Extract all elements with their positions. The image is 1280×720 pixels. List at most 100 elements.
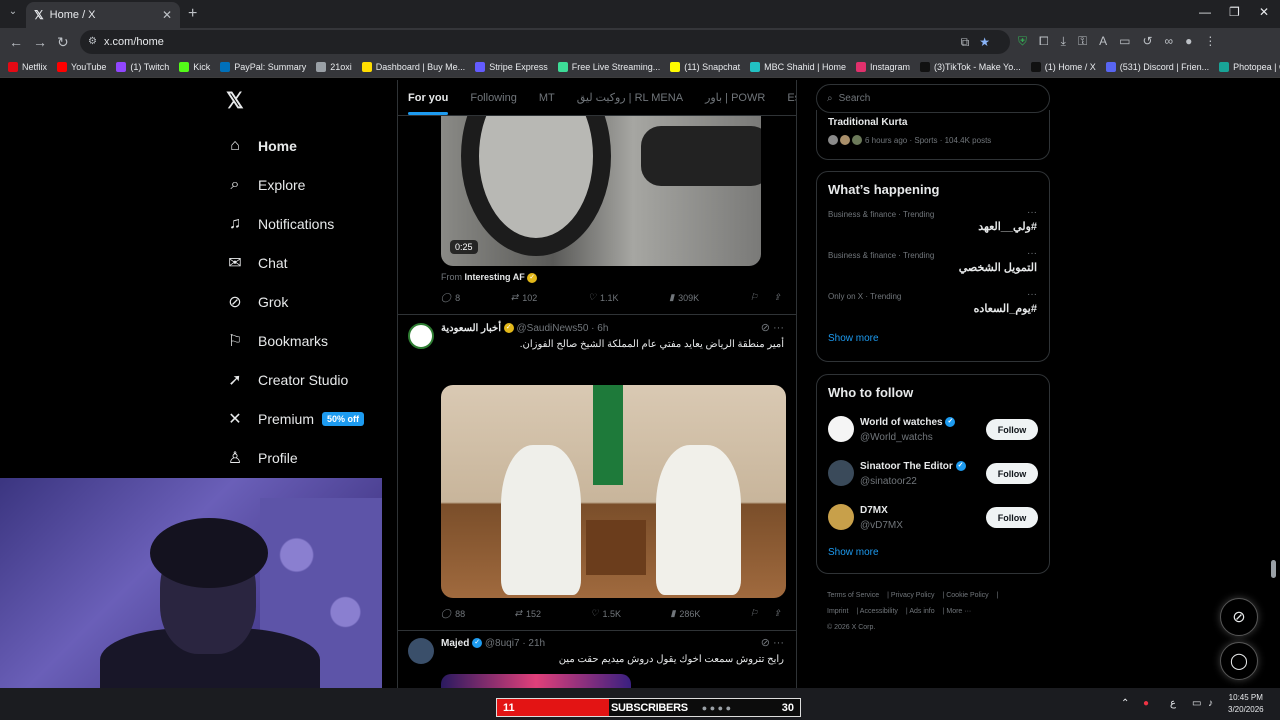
- more-icon[interactable]: ⊘ ···: [761, 636, 784, 649]
- avatar[interactable]: [828, 416, 854, 442]
- bookmark-item[interactable]: (1) Twitch: [116, 61, 169, 72]
- tab-powr[interactable]: باور | POWR: [705, 91, 765, 104]
- bookmark-item[interactable]: (1) Home / X: [1030, 61, 1096, 72]
- trend-item[interactable]: Business & finance · Trending ··· #ولي__ال…: [817, 207, 1049, 248]
- x-logo[interactable]: 𝕏: [226, 88, 244, 114]
- follow-suggestion[interactable]: World of watches ✓ @World_watchs Follow: [817, 412, 1049, 456]
- tweet-time[interactable]: · 21h: [522, 638, 545, 649]
- bookmark-item[interactable]: Netflix: [8, 61, 47, 72]
- sidebar-item-home[interactable]: ⌂ Home: [226, 126, 364, 165]
- site-info-icon[interactable]: ⚙: [88, 36, 97, 47]
- trend-item[interactable]: Business & finance · Trending ··· التمويل …: [817, 248, 1049, 289]
- author-name[interactable]: أخبار السعودية: [441, 323, 501, 334]
- follow-button[interactable]: Follow: [986, 419, 1038, 440]
- like-button[interactable]: ♡ 1.5K: [590, 608, 621, 619]
- footer-link[interactable]: Terms of Service: [827, 592, 879, 599]
- sidebar-item-creator-studio[interactable]: ➚ Creator Studio: [226, 360, 364, 399]
- tab-mt[interactable]: MT: [539, 92, 555, 104]
- sidebar-item-profile[interactable]: ♙ Profile: [226, 438, 364, 477]
- bookmark-item[interactable]: Instagram: [856, 61, 910, 72]
- browser-tab[interactable]: 𝕏 Home / X ✕: [26, 2, 180, 28]
- translate-icon[interactable]: A: [1099, 34, 1107, 49]
- reply-button[interactable]: ◯ 88: [441, 608, 465, 619]
- minimize-icon[interactable]: —: [1199, 5, 1211, 19]
- more-icon[interactable]: ⊘ ···: [761, 321, 784, 334]
- tweet-image[interactable]: [441, 385, 786, 598]
- avatar[interactable]: [408, 638, 434, 664]
- footer-link[interactable]: Cookie Policy: [946, 592, 988, 599]
- bookmark-icon[interactable]: ⚐: [750, 608, 758, 619]
- sidebar-item-bookmarks[interactable]: ⚐ Bookmarks: [226, 321, 364, 360]
- forward-icon[interactable]: →: [33, 34, 47, 50]
- shield-icon[interactable]: ⛨: [1018, 34, 1027, 49]
- bookmark-item[interactable]: Dashboard | Buy Me...: [361, 61, 465, 72]
- user-name[interactable]: D7MX: [860, 505, 888, 516]
- tweet-image[interactable]: [441, 674, 631, 688]
- more-icon[interactable]: ···: [1027, 248, 1037, 259]
- more-icon[interactable]: ···: [1027, 289, 1037, 300]
- author-handle[interactable]: @8uqi7: [485, 638, 520, 649]
- reply-button[interactable]: ◯ 8: [441, 292, 460, 303]
- views-button[interactable]: ▮ 286K: [670, 608, 700, 619]
- back-icon[interactable]: ←: [9, 34, 23, 50]
- window-close-icon[interactable]: ✕: [1259, 5, 1269, 19]
- bookmark-item[interactable]: MBC Shahid | Home: [750, 61, 846, 72]
- tab-esports[interactable]: Espor: [787, 92, 796, 104]
- messages-icon[interactable]: ◯: [1220, 642, 1258, 680]
- system-clock[interactable]: 10:45 PM 3/20/2026: [1228, 692, 1264, 716]
- trend-card[interactable]: Traditional Kurta 6 hours ago · Sports ·…: [816, 110, 1050, 160]
- sidebar-item-grok[interactable]: ⊘ Grok: [226, 282, 364, 321]
- more-icon[interactable]: ···: [1027, 207, 1037, 218]
- language-indicator[interactable]: ع: [1170, 698, 1176, 709]
- tab-rl-mena[interactable]: روكيت ليق | RL MENA: [577, 91, 683, 104]
- history-icon[interactable]: ↺: [1142, 34, 1152, 49]
- bookmark-item[interactable]: Photopea | Online P...: [1219, 61, 1280, 72]
- bookmark-item[interactable]: Free Live Streaming...: [557, 61, 660, 72]
- follow-button[interactable]: Follow: [986, 507, 1038, 528]
- views-button[interactable]: ▮ 309K: [669, 292, 699, 303]
- avatar[interactable]: [408, 323, 434, 349]
- card-icon[interactable]: ▭: [1119, 34, 1130, 49]
- bookmark-item[interactable]: YouTube: [57, 61, 106, 72]
- show-more-link[interactable]: Show more: [817, 333, 1049, 344]
- menu-dots-icon[interactable]: ⋮: [1204, 34, 1216, 49]
- avatar[interactable]: [828, 460, 854, 486]
- bookmark-item[interactable]: PayPal: Summary: [220, 61, 306, 72]
- bookmark-item[interactable]: Stripe Express: [475, 61, 548, 72]
- footer-link[interactable]: Privacy Policy: [891, 592, 935, 599]
- bookmark-item[interactable]: (11) Snapchat: [670, 61, 740, 72]
- footer-link[interactable]: Accessibility: [860, 608, 898, 615]
- scrollbar[interactable]: [1271, 560, 1276, 578]
- profile-avatar-icon[interactable]: ●: [1185, 34, 1192, 49]
- reload-icon[interactable]: ↻: [57, 34, 69, 51]
- sidebar-item-premium[interactable]: ✕ Premium 50% off: [226, 399, 365, 438]
- tab-for-you[interactable]: For you: [408, 92, 449, 115]
- install-icon[interactable]: ⧉: [961, 35, 970, 50]
- volume-icon[interactable]: ♪: [1208, 698, 1213, 709]
- like-button[interactable]: ♡ 1.1K: [588, 292, 619, 303]
- author-handle[interactable]: @SaudiNews50: [517, 323, 589, 334]
- bookmark-item[interactable]: Kick: [179, 61, 210, 72]
- bookmark-star-icon[interactable]: ★: [979, 35, 990, 50]
- show-more-link[interactable]: Show more: [817, 547, 1049, 558]
- bookmark-item[interactable]: (531) Discord | Frien...: [1105, 61, 1209, 72]
- sidebar-item-chat[interactable]: ✉ Chat: [226, 243, 364, 282]
- puzzle-icon[interactable]: ⧠: [1039, 34, 1049, 49]
- bookmark-item[interactable]: 21oxi: [316, 61, 352, 72]
- share-icon[interactable]: ⇪: [773, 292, 781, 303]
- link-icon[interactable]: ∞: [1165, 34, 1174, 49]
- avatar[interactable]: [828, 504, 854, 530]
- sidebar-item-notifications[interactable]: ♫ Notifications: [226, 204, 364, 243]
- maximize-icon[interactable]: ❐: [1229, 5, 1240, 19]
- bookmark-item[interactable]: (3)TikTok - Make Yo...: [920, 61, 1021, 72]
- author-name[interactable]: Majed: [441, 638, 469, 649]
- bookmark-icon[interactable]: ⚐: [750, 292, 758, 303]
- tab-search-icon[interactable]: ⌄: [5, 6, 21, 22]
- follow-button[interactable]: Follow: [986, 463, 1038, 484]
- tray-chevron-icon[interactable]: ⌃: [1121, 698, 1129, 709]
- key-icon[interactable]: ⚿: [1078, 34, 1087, 49]
- mic-icon[interactable]: ●: [1143, 698, 1149, 709]
- network-icon[interactable]: ▭: [1192, 698, 1201, 709]
- new-tab-icon[interactable]: +: [188, 5, 197, 23]
- footer-link[interactable]: Ads info: [909, 608, 934, 615]
